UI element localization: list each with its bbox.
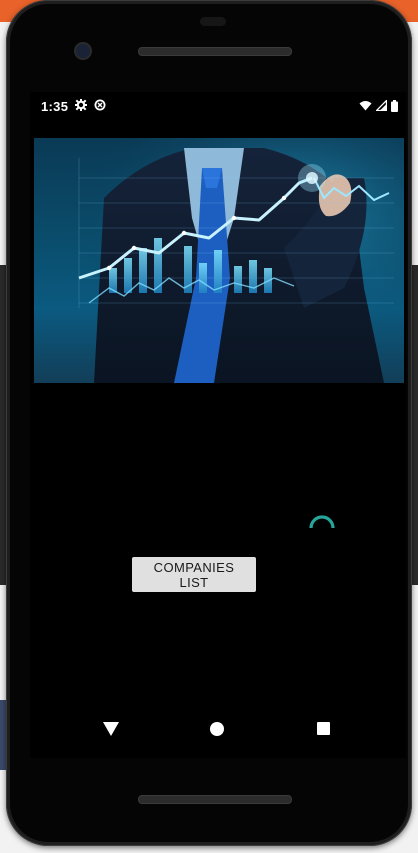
app-screen: 1:35 COMPANIES LIST — [30, 92, 406, 758]
battery-icon — [391, 99, 398, 112]
earpiece-speaker — [138, 47, 292, 56]
loading-spinner-icon — [309, 515, 335, 529]
data-saver-icon — [94, 99, 106, 111]
navigation-bar — [30, 710, 406, 758]
desktop-root: 1:35 COMPANIES LIST — [0, 0, 418, 853]
back-icon[interactable] — [103, 722, 119, 736]
status-right-icons — [359, 99, 398, 112]
front-camera-icon — [74, 42, 92, 60]
bottom-speaker — [138, 795, 292, 804]
status-time: 1:35 — [41, 99, 69, 114]
home-icon[interactable] — [210, 722, 224, 736]
stock-chart-businessman-image — [34, 138, 404, 383]
hero-illustration — [34, 138, 404, 383]
gear-icon — [75, 99, 87, 111]
recents-icon[interactable] — [317, 722, 330, 735]
wifi-icon — [359, 101, 372, 111]
proximity-sensor — [200, 17, 226, 26]
status-bar: 1:35 — [30, 92, 406, 120]
phone-device-frame: 1:35 COMPANIES LIST — [6, 0, 412, 846]
companies-list-button[interactable]: COMPANIES LIST — [132, 557, 256, 592]
phone-bezel: 1:35 COMPANIES LIST — [10, 4, 408, 842]
signal-icon — [376, 100, 387, 111]
